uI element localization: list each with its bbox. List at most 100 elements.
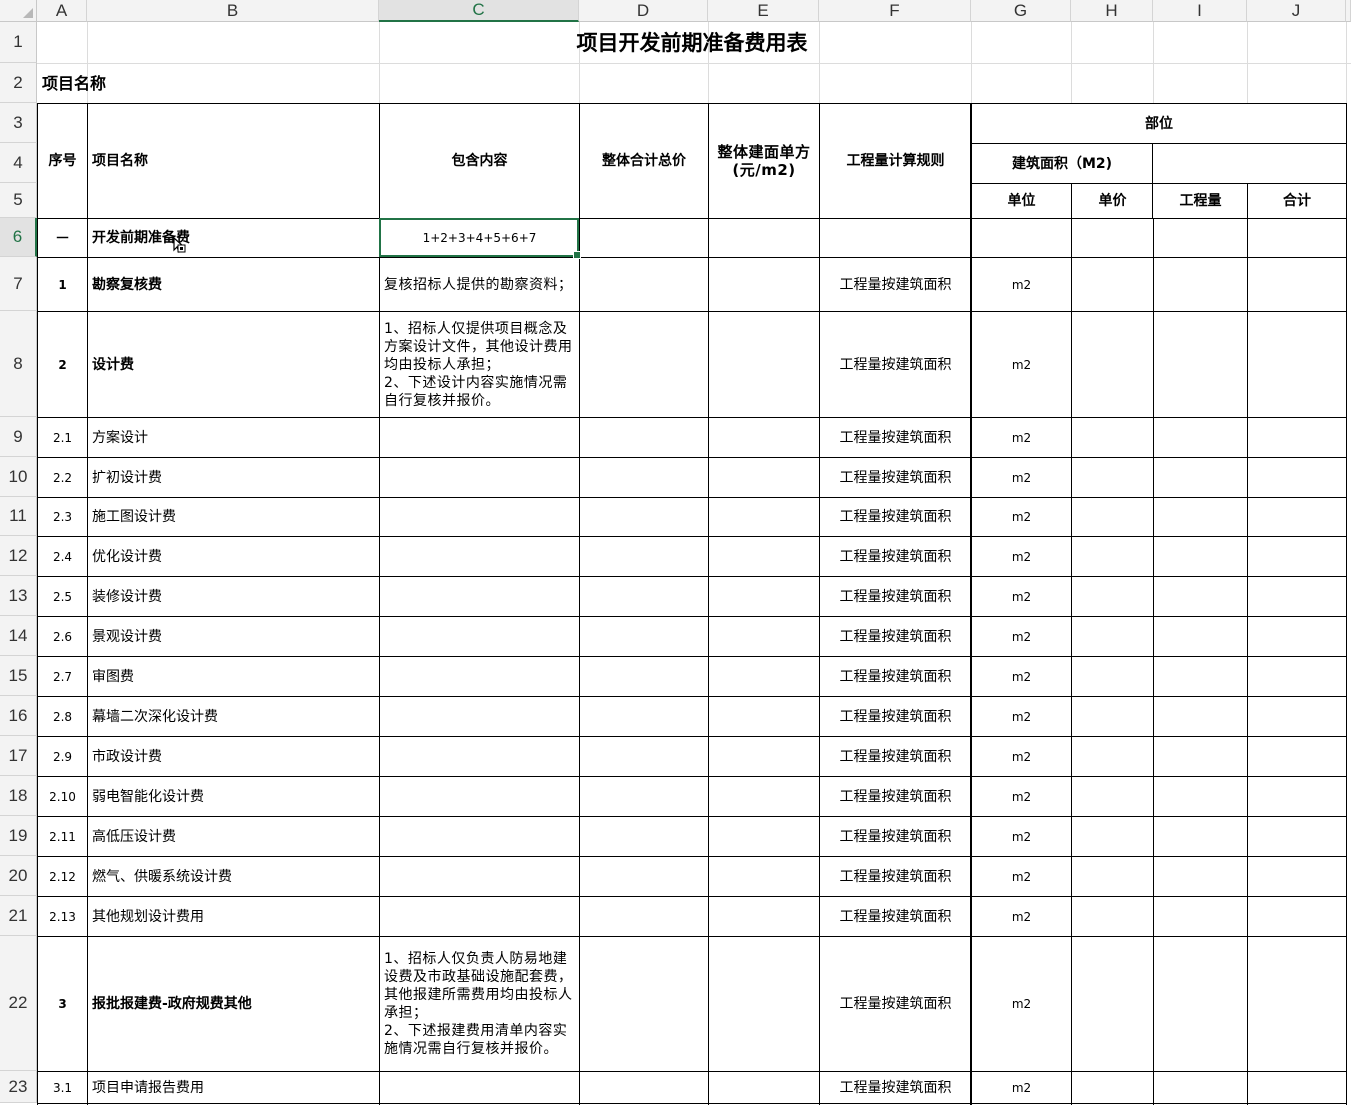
header-quantity-rule[interactable]: 工程量计算规则 (820, 104, 971, 218)
table-row-15-content[interactable] (380, 857, 579, 896)
table-row-16-content[interactable] (380, 897, 579, 936)
table-row-5-unit[interactable]: m2 (972, 458, 1071, 497)
table-row-10-quantity[interactable] (1154, 657, 1247, 696)
table-row-8-price[interactable] (1072, 577, 1153, 616)
table-row-14-rule[interactable]: 工程量按建筑面积 (820, 817, 971, 856)
table-row-7-price[interactable] (1072, 537, 1153, 576)
table-row-9-content[interactable] (380, 617, 579, 656)
table-row-12-name[interactable]: 市政设计费 (88, 737, 379, 776)
table-row-8-total[interactable] (580, 577, 708, 616)
table-row-11-name[interactable]: 幕墙二次深化设计费 (88, 697, 379, 736)
table-row-9-quantity[interactable] (1154, 617, 1247, 656)
table-row-8-rule[interactable]: 工程量按建筑面积 (820, 577, 971, 616)
table-row-4-total[interactable] (580, 418, 708, 457)
row-header-18[interactable]: 18 (0, 776, 37, 816)
table-row-16-total[interactable] (580, 897, 708, 936)
table-row-16-name[interactable]: 其他规划设计费用 (88, 897, 379, 936)
table-row-9-rule[interactable]: 工程量按建筑面积 (820, 617, 971, 656)
header-content[interactable]: 包含内容 (380, 104, 579, 218)
table-row-5-price[interactable] (1072, 458, 1153, 497)
table-row-8-name[interactable]: 装修设计费 (88, 577, 379, 616)
table-row-6-name[interactable]: 施工图设计费 (88, 498, 379, 536)
table-row-14-content[interactable] (380, 817, 579, 856)
table-row-13-name[interactable]: 弱电智能化设计费 (88, 777, 379, 816)
table-row-14-sum[interactable] (1248, 817, 1346, 856)
table-row-16-rule[interactable]: 工程量按建筑面积 (820, 897, 971, 936)
table-row-7-unit[interactable]: m2 (972, 537, 1071, 576)
row-header-11[interactable]: 11 (0, 497, 37, 536)
table-row-16-quantity[interactable] (1154, 897, 1247, 936)
table-row-3-content[interactable]: 1、招标人仅提供项目概念及方案设计文件，其他设计费用均由投标人承担； 2、下述设… (380, 312, 579, 417)
table-row-16-unit-price[interactable] (709, 897, 819, 936)
row-header-1[interactable]: 1 (0, 22, 37, 63)
row-header-4[interactable]: 4 (0, 143, 37, 183)
table-row-5-sum[interactable] (1248, 458, 1346, 497)
table-row-5-content[interactable] (380, 458, 579, 497)
table-row-3-rule[interactable]: 工程量按建筑面积 (820, 312, 971, 417)
table-row-3-total[interactable] (580, 312, 708, 417)
table-row-18-unit[interactable]: m2 (972, 1072, 1071, 1103)
project-name-label[interactable]: 项目名称 (38, 64, 379, 103)
column-header-g[interactable]: G (971, 0, 1071, 22)
table-row-7-seq[interactable]: 2.4 (38, 537, 87, 576)
table-row-4-sum[interactable] (1248, 418, 1346, 457)
table-row-7-name[interactable]: 优化设计费 (88, 537, 379, 576)
table-row-12-price[interactable] (1072, 737, 1153, 776)
table-row-13-price[interactable] (1072, 777, 1153, 816)
row-header-14[interactable]: 14 (0, 616, 37, 656)
table-row-2-unit[interactable]: m2 (972, 258, 1071, 311)
row-header-22[interactable]: 22 (0, 936, 37, 1071)
table-row-5-seq[interactable]: 2.2 (38, 458, 87, 497)
column-header-j[interactable]: J (1247, 0, 1346, 22)
table-row-13-rule[interactable]: 工程量按建筑面积 (820, 777, 971, 816)
column-header-a[interactable]: A (37, 0, 87, 22)
table-row-18-unit-price[interactable] (709, 1072, 819, 1103)
table-row-8-seq[interactable]: 2.5 (38, 577, 87, 616)
table-row-14-name[interactable]: 高低压设计费 (88, 817, 379, 856)
column-header-h[interactable]: H (1071, 0, 1153, 22)
row-header-9[interactable]: 9 (0, 417, 37, 457)
table-row-10-total[interactable] (580, 657, 708, 696)
table-row-6-sum[interactable] (1248, 498, 1346, 536)
row-header-3[interactable]: 3 (0, 103, 37, 143)
table-row-11-quantity[interactable] (1154, 697, 1247, 736)
row-header-19[interactable]: 19 (0, 816, 37, 856)
table-row-9-unit[interactable]: m2 (972, 617, 1071, 656)
row-header-16[interactable]: 16 (0, 696, 37, 736)
table-row-8-unit-price[interactable] (709, 577, 819, 616)
table-row-17-unit[interactable]: m2 (972, 937, 1071, 1071)
table-row-14-total[interactable] (580, 817, 708, 856)
table-row-6-price[interactable] (1072, 498, 1153, 536)
table-row-17-sum[interactable] (1248, 937, 1346, 1071)
table-row-4-content[interactable] (380, 418, 579, 457)
table-row-12-quantity[interactable] (1154, 737, 1247, 776)
table-row-14-seq[interactable]: 2.11 (38, 817, 87, 856)
table-row-4-name[interactable]: 方案设计 (88, 418, 379, 457)
table-row-14-price[interactable] (1072, 817, 1153, 856)
table-row-9-sum[interactable] (1248, 617, 1346, 656)
table-row-16-sum[interactable] (1248, 897, 1346, 936)
table-row-15-name[interactable]: 燃气、供暖系统设计费 (88, 857, 379, 896)
table-row-6-total[interactable] (580, 498, 708, 536)
table-row-2-seq[interactable]: 1 (38, 258, 87, 311)
row-header-20[interactable]: 20 (0, 856, 37, 896)
select-all-corner[interactable] (0, 0, 37, 22)
table-row-1-content[interactable]: 1+2+3+4+5+6+7 (380, 219, 579, 257)
column-header-c[interactable]: C (379, 0, 579, 22)
table-row-1-unit-price[interactable] (709, 219, 819, 257)
table-row-2-name[interactable]: 勘察复核费 (88, 258, 379, 311)
column-header-b[interactable]: B (87, 0, 379, 22)
table-row-6-seq[interactable]: 2.3 (38, 498, 87, 536)
table-row-14-quantity[interactable] (1154, 817, 1247, 856)
row-header-21[interactable]: 21 (0, 896, 37, 936)
table-row-15-quantity[interactable] (1154, 857, 1247, 896)
table-row-15-total[interactable] (580, 857, 708, 896)
table-row-15-rule[interactable]: 工程量按建筑面积 (820, 857, 971, 896)
table-row-10-content[interactable] (380, 657, 579, 696)
header-quantity[interactable]: 工程量 (1154, 184, 1247, 218)
table-row-17-seq[interactable]: 3 (38, 937, 87, 1071)
table-row-2-unit-price[interactable] (709, 258, 819, 311)
table-row-10-rule[interactable]: 工程量按建筑面积 (820, 657, 971, 696)
table-row-10-name[interactable]: 审图费 (88, 657, 379, 696)
header-seq[interactable]: 序号 (38, 104, 87, 218)
